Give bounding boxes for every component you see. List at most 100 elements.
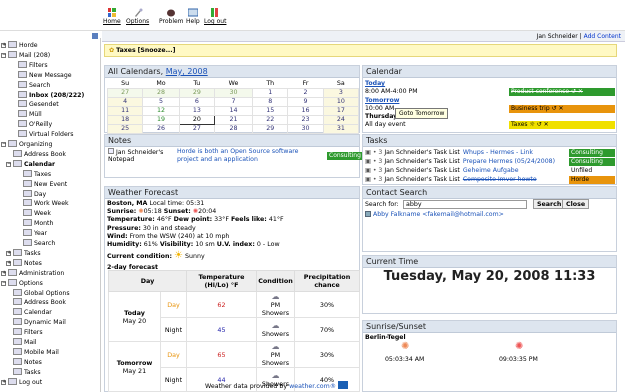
sidebar-item-tasks[interactable]: Tasks xyxy=(13,248,41,258)
search-button[interactable]: Search xyxy=(533,199,566,209)
sidebar-item-week[interactable]: Week xyxy=(23,209,51,218)
calendar-day[interactable]: 23 xyxy=(287,114,324,125)
sidebar-item-organizing[interactable]: Organizing xyxy=(8,140,52,149)
calendar-day[interactable]: 16 xyxy=(287,105,324,116)
sidebar-item-o-reilly[interactable]: O'Reilly xyxy=(18,120,52,129)
task-row[interactable]: ▣ • 3 Jan Schneider's Task List Whups - H… xyxy=(365,148,533,157)
sidebar-item-address-book[interactable]: Address Book xyxy=(13,149,66,159)
calendar-day[interactable]: 28 xyxy=(213,123,254,134)
add-content-link[interactable]: Add Content xyxy=(584,33,621,40)
calendar-day[interactable]: 22 xyxy=(252,114,289,125)
calendar-day[interactable]: 3 xyxy=(322,87,360,98)
calendar-day[interactable]: 21 xyxy=(213,114,254,125)
task-row[interactable]: ▣ • 3 Jan Schneider's Task List Composite… xyxy=(365,175,537,184)
calendar-day[interactable]: 15 xyxy=(252,105,289,116)
tree-expander-icon[interactable]: + xyxy=(1,43,6,48)
sidebar-item-global-options[interactable]: Global Options xyxy=(13,288,70,298)
tree-expander-icon[interactable]: − xyxy=(1,142,6,147)
calendar-day[interactable]: 20 xyxy=(178,114,215,125)
sidebar-item-administration[interactable]: Administration xyxy=(8,268,64,278)
event-taxes[interactable]: Taxes ☼ ↺ ✕ xyxy=(509,121,615,129)
calendar-day[interactable]: 24 xyxy=(322,114,360,125)
sidebar-item-tasks[interactable]: Tasks xyxy=(13,367,41,377)
tree-expander-icon[interactable]: − xyxy=(6,161,11,167)
sidebar-item-mail[interactable]: Mail xyxy=(13,338,37,347)
event-business-trip[interactable]: Business trip ↺ ✕ xyxy=(509,105,615,113)
contact-result[interactable]: Abby Falkname <fakemail@hotmail.com> xyxy=(365,210,504,219)
sidebar-item-taxes[interactable]: Taxes xyxy=(23,169,51,179)
calendar-day[interactable]: 29 xyxy=(252,123,289,134)
sidebar-item-filters[interactable]: Filters xyxy=(18,60,48,70)
calendar-day[interactable]: 31 xyxy=(322,123,360,134)
calendar-day[interactable]: 8 xyxy=(252,96,289,107)
tree-expander-icon[interactable]: − xyxy=(1,52,6,58)
home-link[interactable]: Home xyxy=(103,8,121,25)
calendar-day[interactable]: 9 xyxy=(287,96,324,107)
weather-provider-link[interactable]: weather.com® xyxy=(289,383,336,390)
calendar-day[interactable]: 19 xyxy=(142,114,180,125)
sidebar-item-horde[interactable]: Horde xyxy=(8,41,38,50)
close-button[interactable]: Close xyxy=(562,199,590,209)
sidebar-item-day[interactable]: Day xyxy=(23,189,46,199)
calendar-day[interactable]: 7 xyxy=(213,96,254,107)
sidebar-item-search[interactable]: Search xyxy=(18,80,50,90)
sidebar-item-virtual-folders[interactable]: Virtual Folders xyxy=(18,130,74,139)
calendar-day[interactable]: 2 xyxy=(287,87,324,98)
sidebar-item-log-out[interactable]: Log out xyxy=(8,377,42,387)
sidebar-item-calendar[interactable]: Calendar xyxy=(13,308,52,317)
logout-link[interactable]: Log out xyxy=(204,8,226,25)
event-product-conference[interactable]: Product conference ↺ ✕ xyxy=(509,88,615,96)
calendar-day[interactable]: 1 xyxy=(252,87,289,98)
sidebar-item-m-ll[interactable]: Müll xyxy=(18,110,42,119)
calendar-day[interactable]: 10 xyxy=(322,96,360,107)
task-row[interactable]: ▣ • 3 Jan Schneider's Task List Geheime A… xyxy=(365,166,519,175)
calendar-day[interactable]: 28 xyxy=(142,87,180,98)
sidebar-item-new-event[interactable]: New Event xyxy=(23,179,67,189)
calendar-day[interactable]: 13 xyxy=(178,105,215,116)
options-link[interactable]: Options xyxy=(126,8,149,25)
contact-search-input[interactable] xyxy=(403,200,527,209)
sidebar-item-mobile-mail[interactable]: Mobile Mail xyxy=(13,347,59,357)
sidebar-item-filters[interactable]: Filters xyxy=(13,328,43,337)
help-link[interactable]: Help xyxy=(186,8,200,25)
sidebar-item-year[interactable]: Year xyxy=(23,229,47,238)
tree-expander-icon[interactable]: − xyxy=(1,280,6,286)
tree-expander-icon[interactable]: + xyxy=(6,260,11,266)
task-row[interactable]: ▣ • 3 Jan Schneider's Task List Prepare H… xyxy=(365,157,555,166)
calendar-day[interactable]: 27 xyxy=(106,87,144,98)
note-link[interactable]: Horde is both an Open Source software pr… xyxy=(177,148,305,166)
sidebar-item-gesendet[interactable]: Gesendet xyxy=(18,100,59,109)
sidebar-item-work-week[interactable]: Work Week xyxy=(23,199,69,208)
calendar-day[interactable]: 12 xyxy=(142,105,180,116)
sidebar-item-mail-208[interactable]: Mail (208) xyxy=(8,50,50,60)
snooze-link[interactable]: [Snooze...] xyxy=(138,47,176,54)
calendar-day[interactable]: 4 xyxy=(106,96,144,107)
sidebar-item-search[interactable]: Search xyxy=(23,239,55,248)
tree-expander-icon[interactable]: + xyxy=(6,250,11,256)
month-link[interactable]: May, 2008 xyxy=(166,67,208,76)
calendar-day[interactable]: 17 xyxy=(322,105,360,116)
sidebar-item-inbox-208-222[interactable]: Inbox (208/222) xyxy=(18,90,84,100)
sidebar-item-new-message[interactable]: New Message xyxy=(18,70,72,80)
sidebar-item-dynamic-mail[interactable]: Dynamic Mail xyxy=(13,318,66,327)
calendar-day[interactable]: 29 xyxy=(178,87,215,98)
sidebar-item-address-book[interactable]: Address Book xyxy=(13,298,66,307)
calendar-day[interactable]: 5 xyxy=(142,96,180,107)
tree-expander-icon[interactable]: + xyxy=(1,270,6,276)
calendar-day[interactable]: 25 xyxy=(106,123,144,134)
calendar-day[interactable]: 14 xyxy=(213,105,254,116)
sidebar-item-notes[interactable]: Notes xyxy=(13,357,42,367)
tree-expander-icon[interactable]: + xyxy=(1,379,6,385)
calendar-day[interactable]: 30 xyxy=(287,123,324,134)
sidebar-item-options[interactable]: Options xyxy=(8,278,43,288)
calendar-day[interactable]: 27 xyxy=(178,123,215,134)
collapse-sidebar-icon[interactable] xyxy=(92,33,98,39)
calendar-day[interactable]: 18 xyxy=(106,114,144,125)
calendar-day[interactable]: 6 xyxy=(178,96,215,107)
sidebar-item-calendar[interactable]: Calendar xyxy=(13,159,55,169)
calendar-day[interactable]: 11 xyxy=(106,105,144,116)
calendar-day[interactable]: 26 xyxy=(142,123,180,134)
problem-link[interactable]: Problem xyxy=(159,8,184,25)
sidebar-item-month[interactable]: Month xyxy=(23,219,53,228)
calendar-day[interactable]: 30 xyxy=(213,87,254,98)
